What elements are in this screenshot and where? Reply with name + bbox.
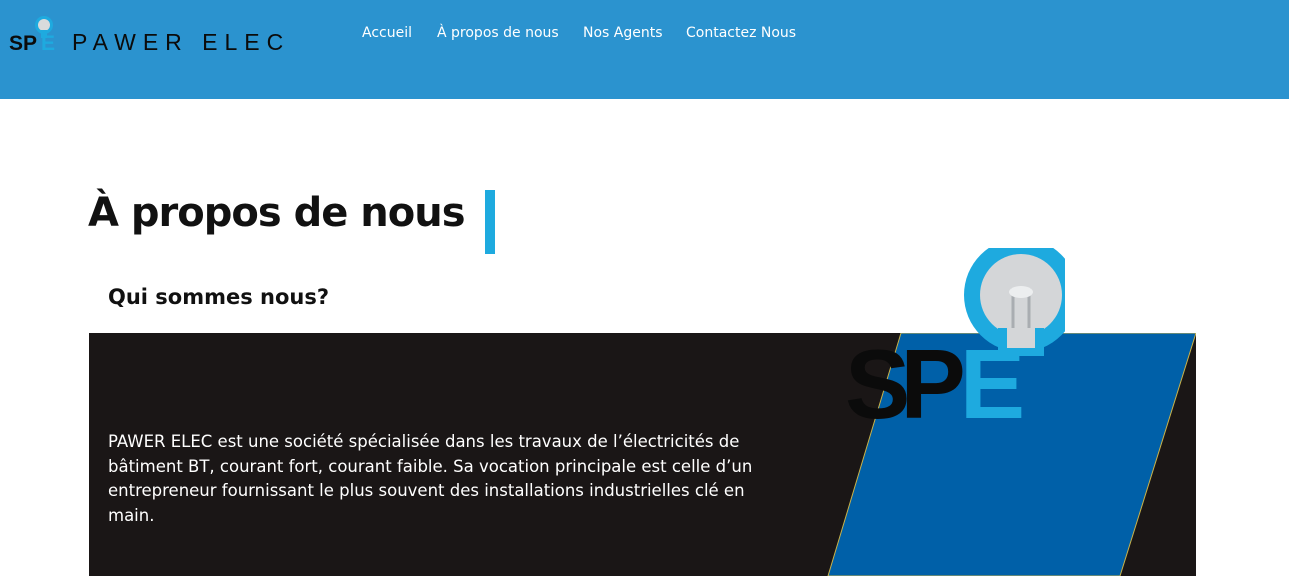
- site-header: SP E PAWER ELEC Accueil À propos de nous…: [0, 0, 1289, 99]
- nav-accueil[interactable]: Accueil: [362, 25, 412, 41]
- page-title: À propos de nous: [88, 190, 465, 236]
- svg-text:E: E: [41, 32, 55, 55]
- lightbulb-icon: SPE: [845, 248, 1065, 420]
- title-accent-bar: [485, 190, 495, 254]
- spe-logo-mark: SP E: [9, 16, 55, 55]
- svg-text:SP: SP: [9, 32, 37, 55]
- nav-nos-agents[interactable]: Nos Agents: [583, 25, 663, 41]
- nav-contactez-nous[interactable]: Contactez Nous: [686, 25, 796, 41]
- about-text: PAWER ELEC est une société spécialisée d…: [108, 432, 753, 525]
- logo-text: PAWER ELEC: [72, 29, 291, 55]
- section-title: Qui sommes nous?: [108, 285, 330, 309]
- site-logo[interactable]: SP E PAWER ELEC: [8, 12, 283, 56]
- nav-a-propos[interactable]: À propos de nous: [437, 25, 559, 41]
- svg-text:SPE: SPE: [845, 329, 1022, 420]
